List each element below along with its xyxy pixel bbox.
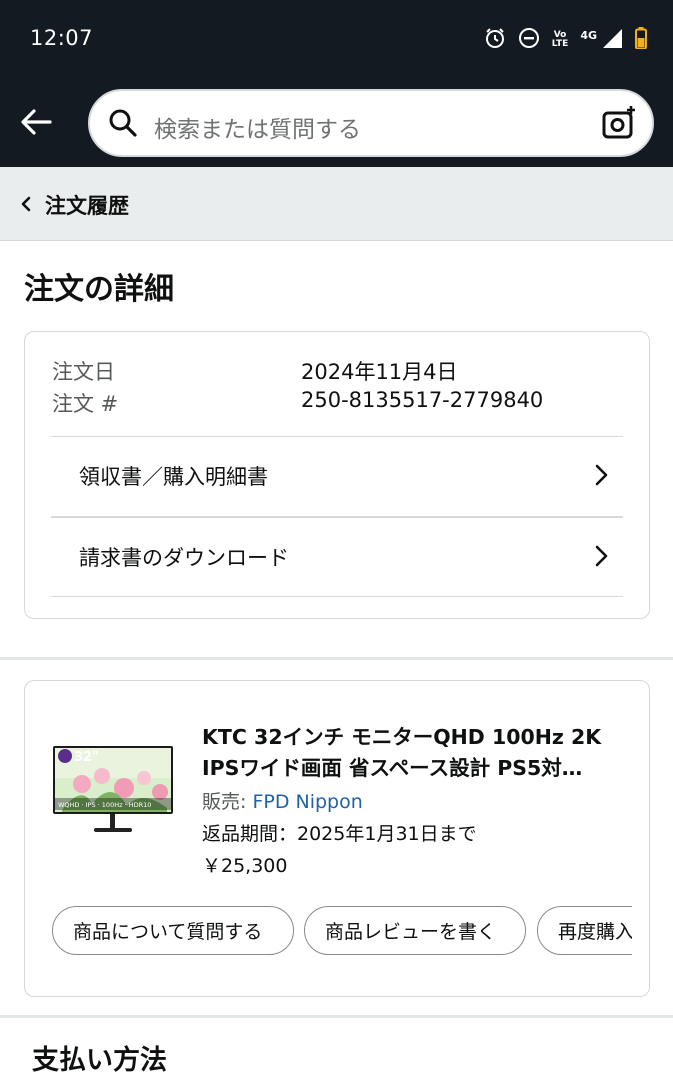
invoice-download-link[interactable]: 請求書のダウンロード <box>52 518 624 596</box>
divider <box>51 596 623 597</box>
order-summary-card: 注文日 2024年11月4日 注文 # 250-8135517-2779840 … <box>24 331 650 619</box>
buy-again-button[interactable]: 再度購入 <box>537 906 632 955</box>
network-type: 4G <box>580 28 597 42</box>
search-icon <box>108 108 138 142</box>
chevron-right-icon <box>594 544 608 572</box>
status-bar: 12:07 Vo LTE 4G <box>0 0 673 80</box>
status-icons: Vo LTE 4G <box>484 26 647 54</box>
search-header: 検索または質問する <box>0 80 673 167</box>
return-period: 返品期間：2025年1月31日まで <box>202 823 477 845</box>
product-image-badge: 32" <box>74 750 99 765</box>
item-price: ￥25,300 <box>202 855 288 877</box>
seller-prefix: 販売: <box>202 791 253 813</box>
chevron-left-icon <box>20 195 32 217</box>
volte-icon: Vo LTE <box>551 30 569 49</box>
receipt-link[interactable]: 領収書／購入明細書 <box>52 437 624 515</box>
seller-line: 販売: FPD Nippon <box>202 787 363 814</box>
chevron-right-icon <box>594 463 608 491</box>
breadcrumb[interactable]: 注文履歴 <box>0 167 673 241</box>
section-separator <box>0 1015 673 1018</box>
product-image-badge-text: WQHD · IPS · 100Hz · HDR10 <box>58 801 151 809</box>
order-date-value: 2024年11月4日 <box>301 360 458 384</box>
order-date-label: 注文日 <box>52 360 115 384</box>
signal-icon <box>601 27 623 53</box>
page-title: 注文の詳細 <box>24 272 174 307</box>
alarm-icon <box>484 27 506 53</box>
order-item-card: 32" WQHD · IPS · 100Hz · HDR10 KTC 32インチ… <box>24 680 650 997</box>
back-arrow-icon <box>21 109 52 135</box>
order-number-label: 注文 # <box>52 392 119 416</box>
ask-question-button[interactable]: 商品について質問する <box>52 906 294 955</box>
payment-method-heading: 支払い方法 <box>32 1045 167 1076</box>
write-review-button[interactable]: 商品レビューを書く <box>304 906 526 955</box>
camera-search-icon[interactable] <box>600 104 638 146</box>
product-image[interactable]: 32" WQHD · IPS · 100Hz · HDR10 <box>52 744 174 838</box>
back-button[interactable] <box>16 102 56 142</box>
seller-link[interactable]: FPD Nippon <box>252 791 362 813</box>
breadcrumb-order-history[interactable]: 注文履歴 <box>45 190 129 220</box>
product-title[interactable]: KTC 32インチ モニターQHD 100Hz 2K IPSワイド画面 省スペー… <box>202 722 622 784</box>
battery-icon <box>635 27 647 53</box>
search-input[interactable]: 検索または質問する <box>88 89 654 157</box>
section-separator <box>0 657 673 660</box>
order-number-value: 250-8135517-2779840 <box>301 388 544 412</box>
receipt-link-label: 領収書／購入明細書 <box>79 465 268 489</box>
search-placeholder: 検索または質問する <box>154 117 361 143</box>
dnd-icon <box>518 27 540 53</box>
item-actions: 商品について質問する 商品レビューを書く 再度購入 <box>52 906 632 956</box>
status-time: 12:07 <box>30 26 94 50</box>
invoice-download-label: 請求書のダウンロード <box>79 546 289 570</box>
